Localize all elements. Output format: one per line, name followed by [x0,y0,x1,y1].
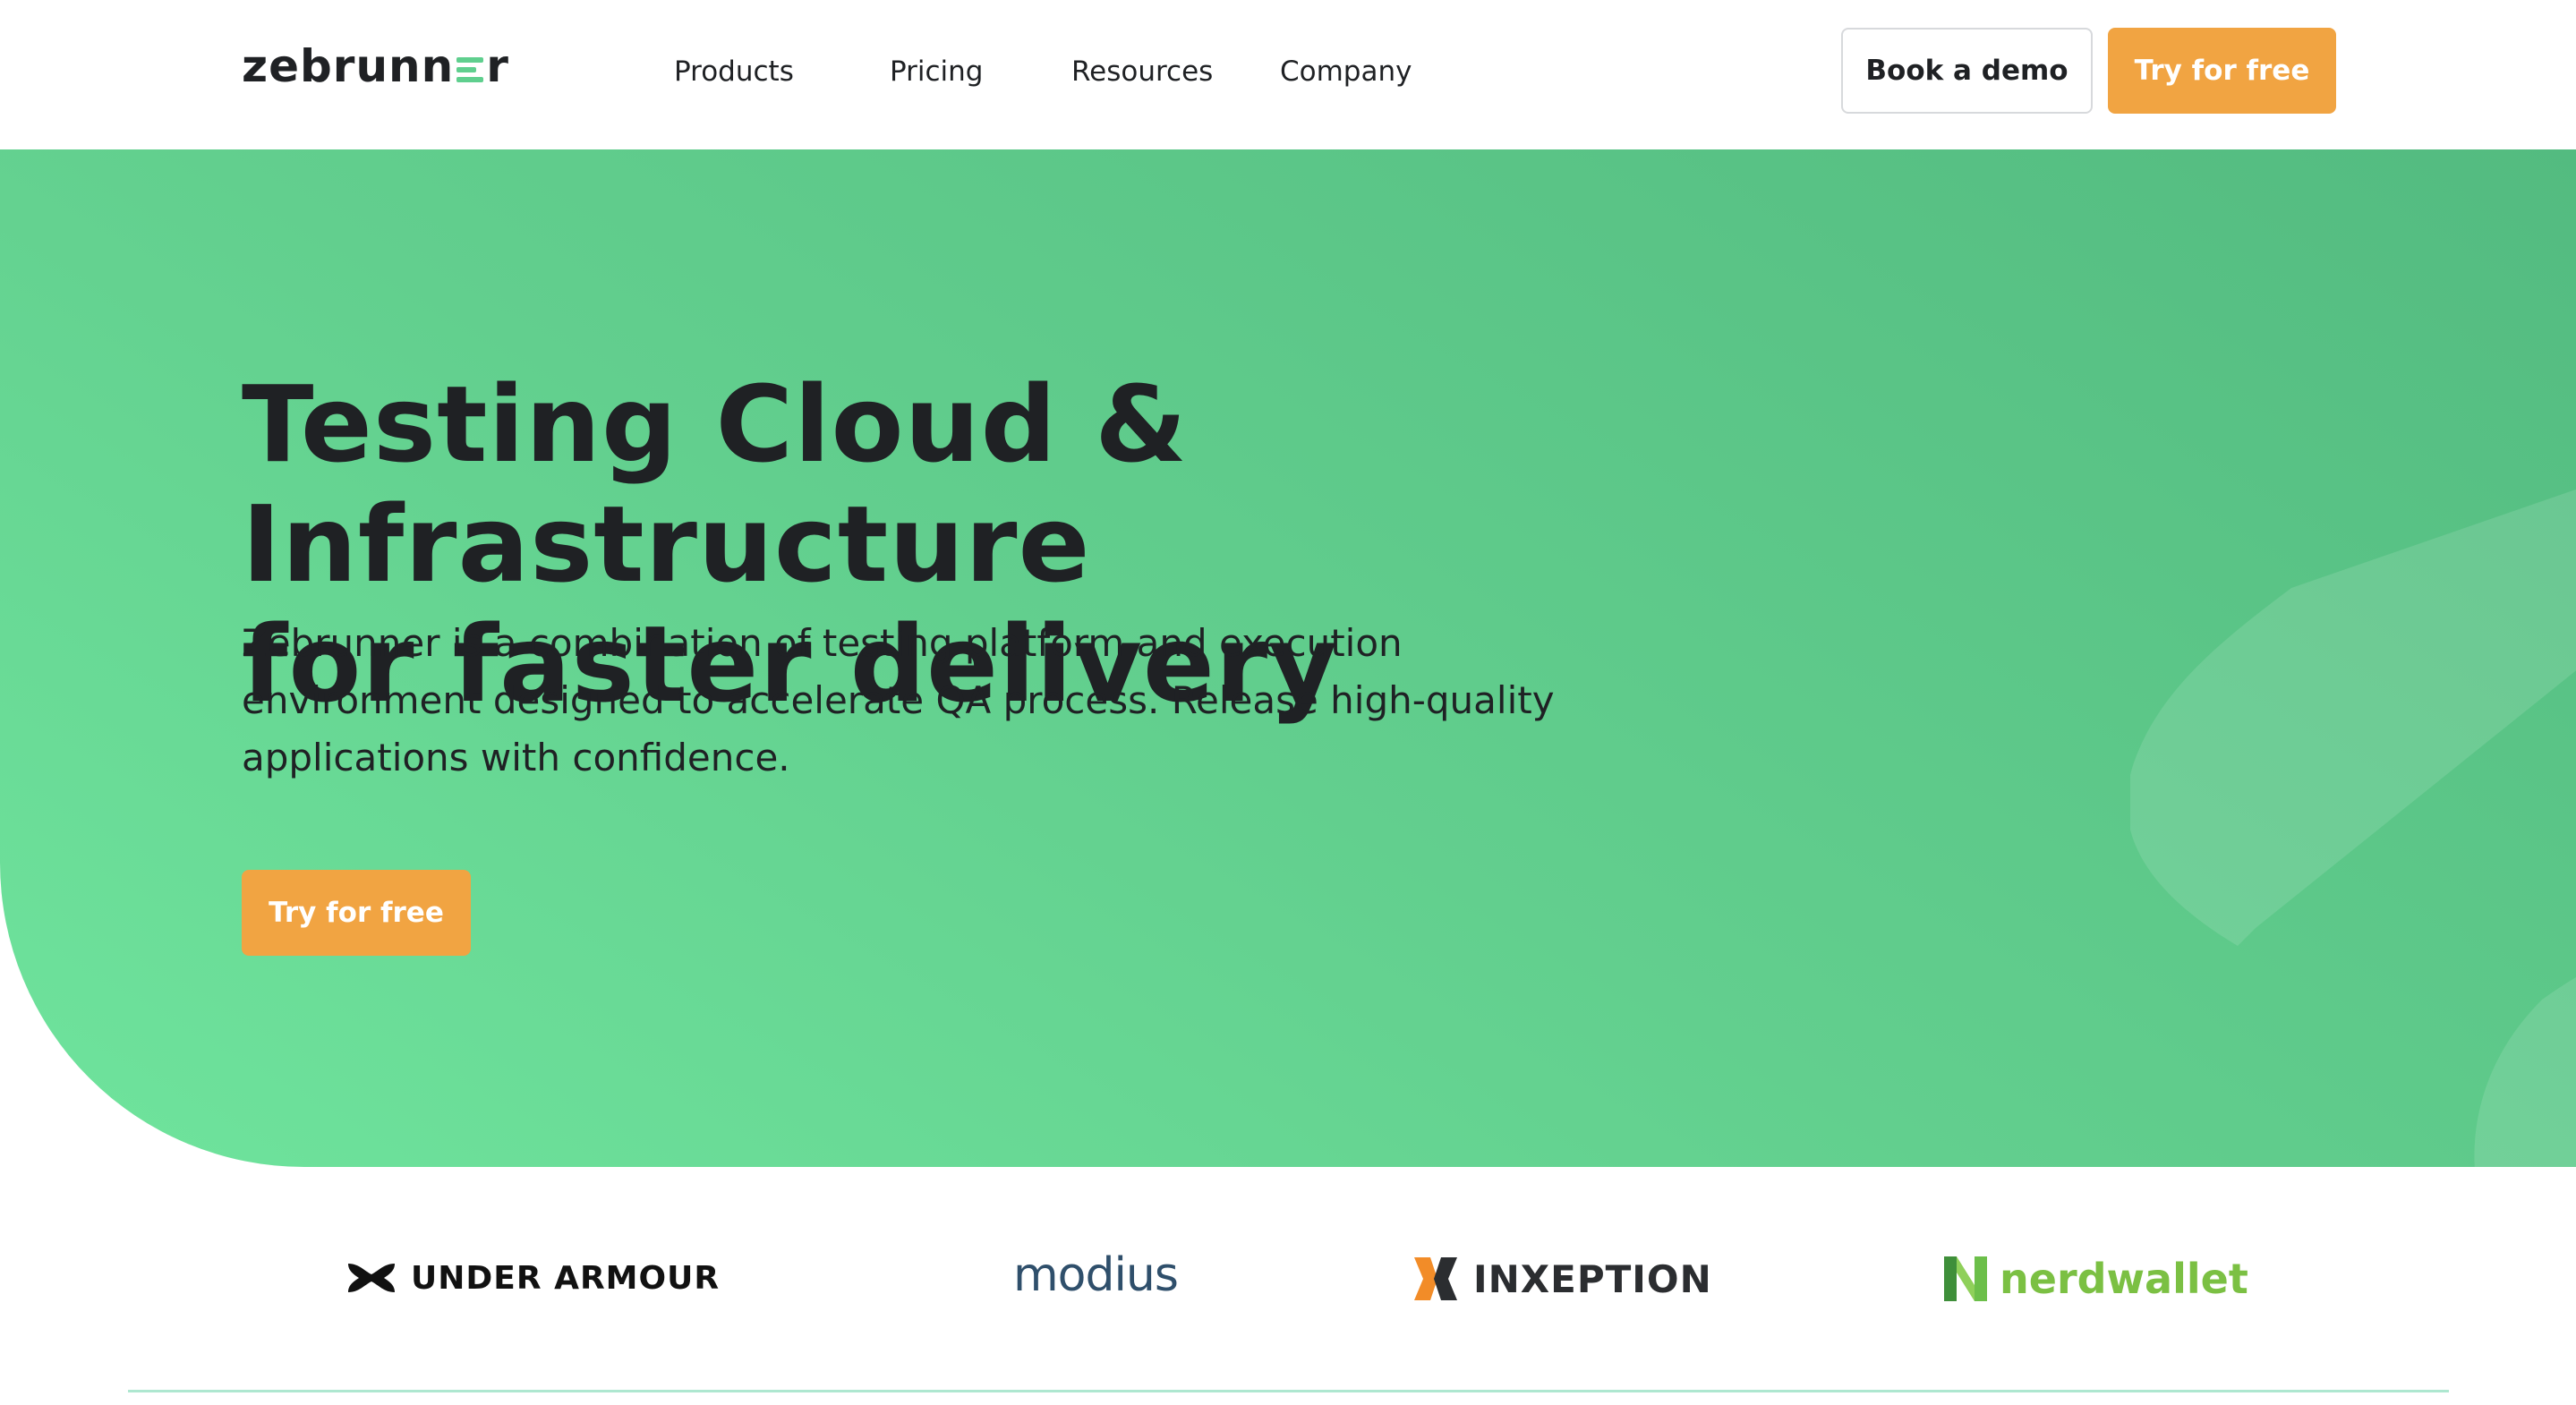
nav-company[interactable]: Company [1280,50,1412,93]
inxeption-wordmark: INXEPTION [1473,1256,1712,1301]
nerdwallet-wordmark: nerdwallet [2000,1255,2248,1303]
hero-section: Testing Cloud & Infrastructure for faste… [0,149,2576,1167]
under-armour-wordmark: UNDER ARMOUR [411,1259,721,1297]
under-armour-logo: UNDER ARMOUR [345,1253,720,1303]
nav-resources[interactable]: Resources [1071,50,1213,93]
hero-subtitle: Zebrunner is a combination of testing pl… [242,621,1555,779]
under-armour-icon [348,1264,395,1292]
logo-text-suffix: r [486,40,509,92]
zebrunner-logo[interactable]: zebrunn r [242,41,509,91]
nav-pricing[interactable]: Pricing [890,50,984,93]
client-logos: UNDER ARMOUR modius INXEPTION nerdwallet [0,1217,2576,1342]
hero-title-line1: Testing Cloud & Infrastructure [242,362,1189,606]
hero-try-free-button[interactable]: Try for free [242,870,471,956]
page: zebrunn r Products Pricing Resources Com… [0,0,2576,1405]
logo-text-prefix: zebrunn [242,40,455,92]
nav-products[interactable]: Products [674,50,794,93]
nerdwallet-icon [1944,1256,1987,1301]
nerdwallet-logo: nerdwallet [1942,1249,2248,1308]
book-demo-button[interactable]: Book a demo [1841,28,2093,114]
logo-e-mark-icon [456,48,484,84]
site-header: zebrunn r Products Pricing Resources Com… [0,0,2576,149]
hero-decoration-shape [2130,489,2576,1167]
modius-wordmark: modius [1013,1248,1179,1302]
section-divider [128,1390,2449,1392]
header-try-free-button[interactable]: Try for free [2108,28,2336,114]
modius-logo: modius [1013,1244,1179,1307]
inxeption-icon [1414,1257,1457,1300]
inxeption-logo: INXEPTION [1411,1249,1712,1308]
